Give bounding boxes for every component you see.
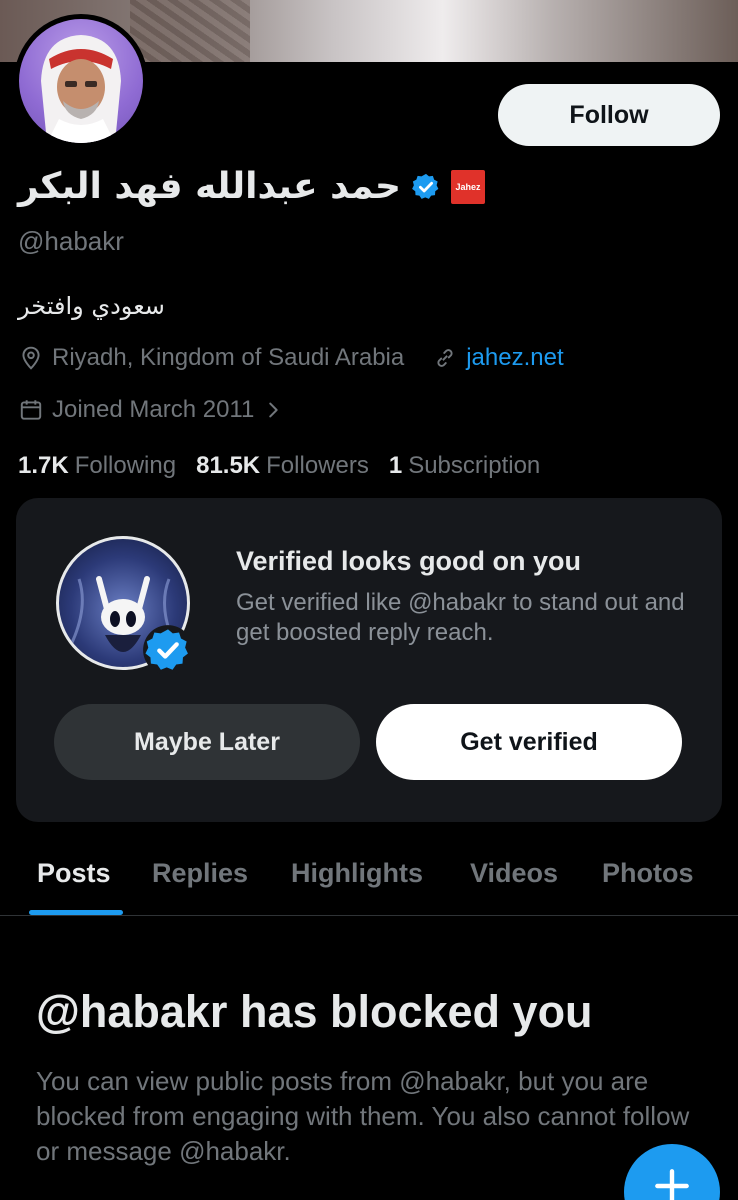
- following-stat[interactable]: 1.7K Following: [18, 452, 176, 480]
- profile-location: Riyadh, Kingdom of Saudi Arabia: [52, 344, 405, 371]
- promo-title: Verified looks good on you: [236, 546, 582, 576]
- plus-icon: [655, 1169, 689, 1200]
- tab-replies[interactable]: Replies: [152, 858, 248, 889]
- calendar-icon: [20, 400, 42, 420]
- profile-joined-date: Joined March 2011: [52, 396, 255, 423]
- get-verified-button[interactable]: Get verified: [376, 704, 682, 780]
- profile-joined-row[interactable]: Joined March 2011: [18, 396, 284, 424]
- profile-name-row: حمد عبدالله فهد البكر Jahez: [18, 166, 485, 207]
- profile-meta-location-row: Riyadh, Kingdom of Saudi Arabia jahez.ne…: [18, 344, 564, 372]
- profile-bio: سعودي وافتخر: [18, 292, 165, 320]
- profile-handle: @habakr: [18, 226, 124, 256]
- verified-badge-icon: [143, 625, 193, 675]
- profile-stats: 1.7K Following 81.5K Followers 1 Subscripti…: [18, 452, 540, 480]
- profile-tabs: Posts Replies Highlights Videos Photos: [0, 840, 738, 916]
- display-name: حمد عبدالله فهد البكر: [18, 166, 401, 207]
- tab-videos[interactable]: Videos: [470, 858, 558, 889]
- blocked-description: You can view public posts from @habakr, …: [36, 1066, 690, 1166]
- location-pin-icon: [22, 346, 40, 370]
- profile-website-link[interactable]: jahez.net: [466, 344, 563, 372]
- affiliate-badge[interactable]: Jahez: [450, 169, 485, 204]
- tab-highlights[interactable]: Highlights: [291, 858, 423, 889]
- blocked-title: @habakr has blocked you: [36, 986, 593, 1037]
- tab-photos[interactable]: Photos: [602, 858, 694, 889]
- promo-description: Get verified like @habakr to stand out a…: [236, 589, 685, 646]
- chevron-right-icon: [269, 402, 279, 418]
- maybe-later-button[interactable]: Maybe Later: [54, 704, 360, 780]
- verified-badge-icon[interactable]: [411, 172, 441, 202]
- subscription-stat[interactable]: 1 Subscription: [389, 452, 540, 480]
- link-icon: [437, 349, 453, 367]
- active-tab-indicator: [29, 910, 123, 915]
- tab-posts[interactable]: Posts: [37, 858, 111, 889]
- profile-avatar[interactable]: [14, 14, 148, 148]
- followers-stat[interactable]: 81.5K Followers: [196, 452, 369, 480]
- verify-promo-card: Verified looks good on you Get verified …: [16, 498, 722, 822]
- follow-button[interactable]: Follow: [498, 84, 720, 146]
